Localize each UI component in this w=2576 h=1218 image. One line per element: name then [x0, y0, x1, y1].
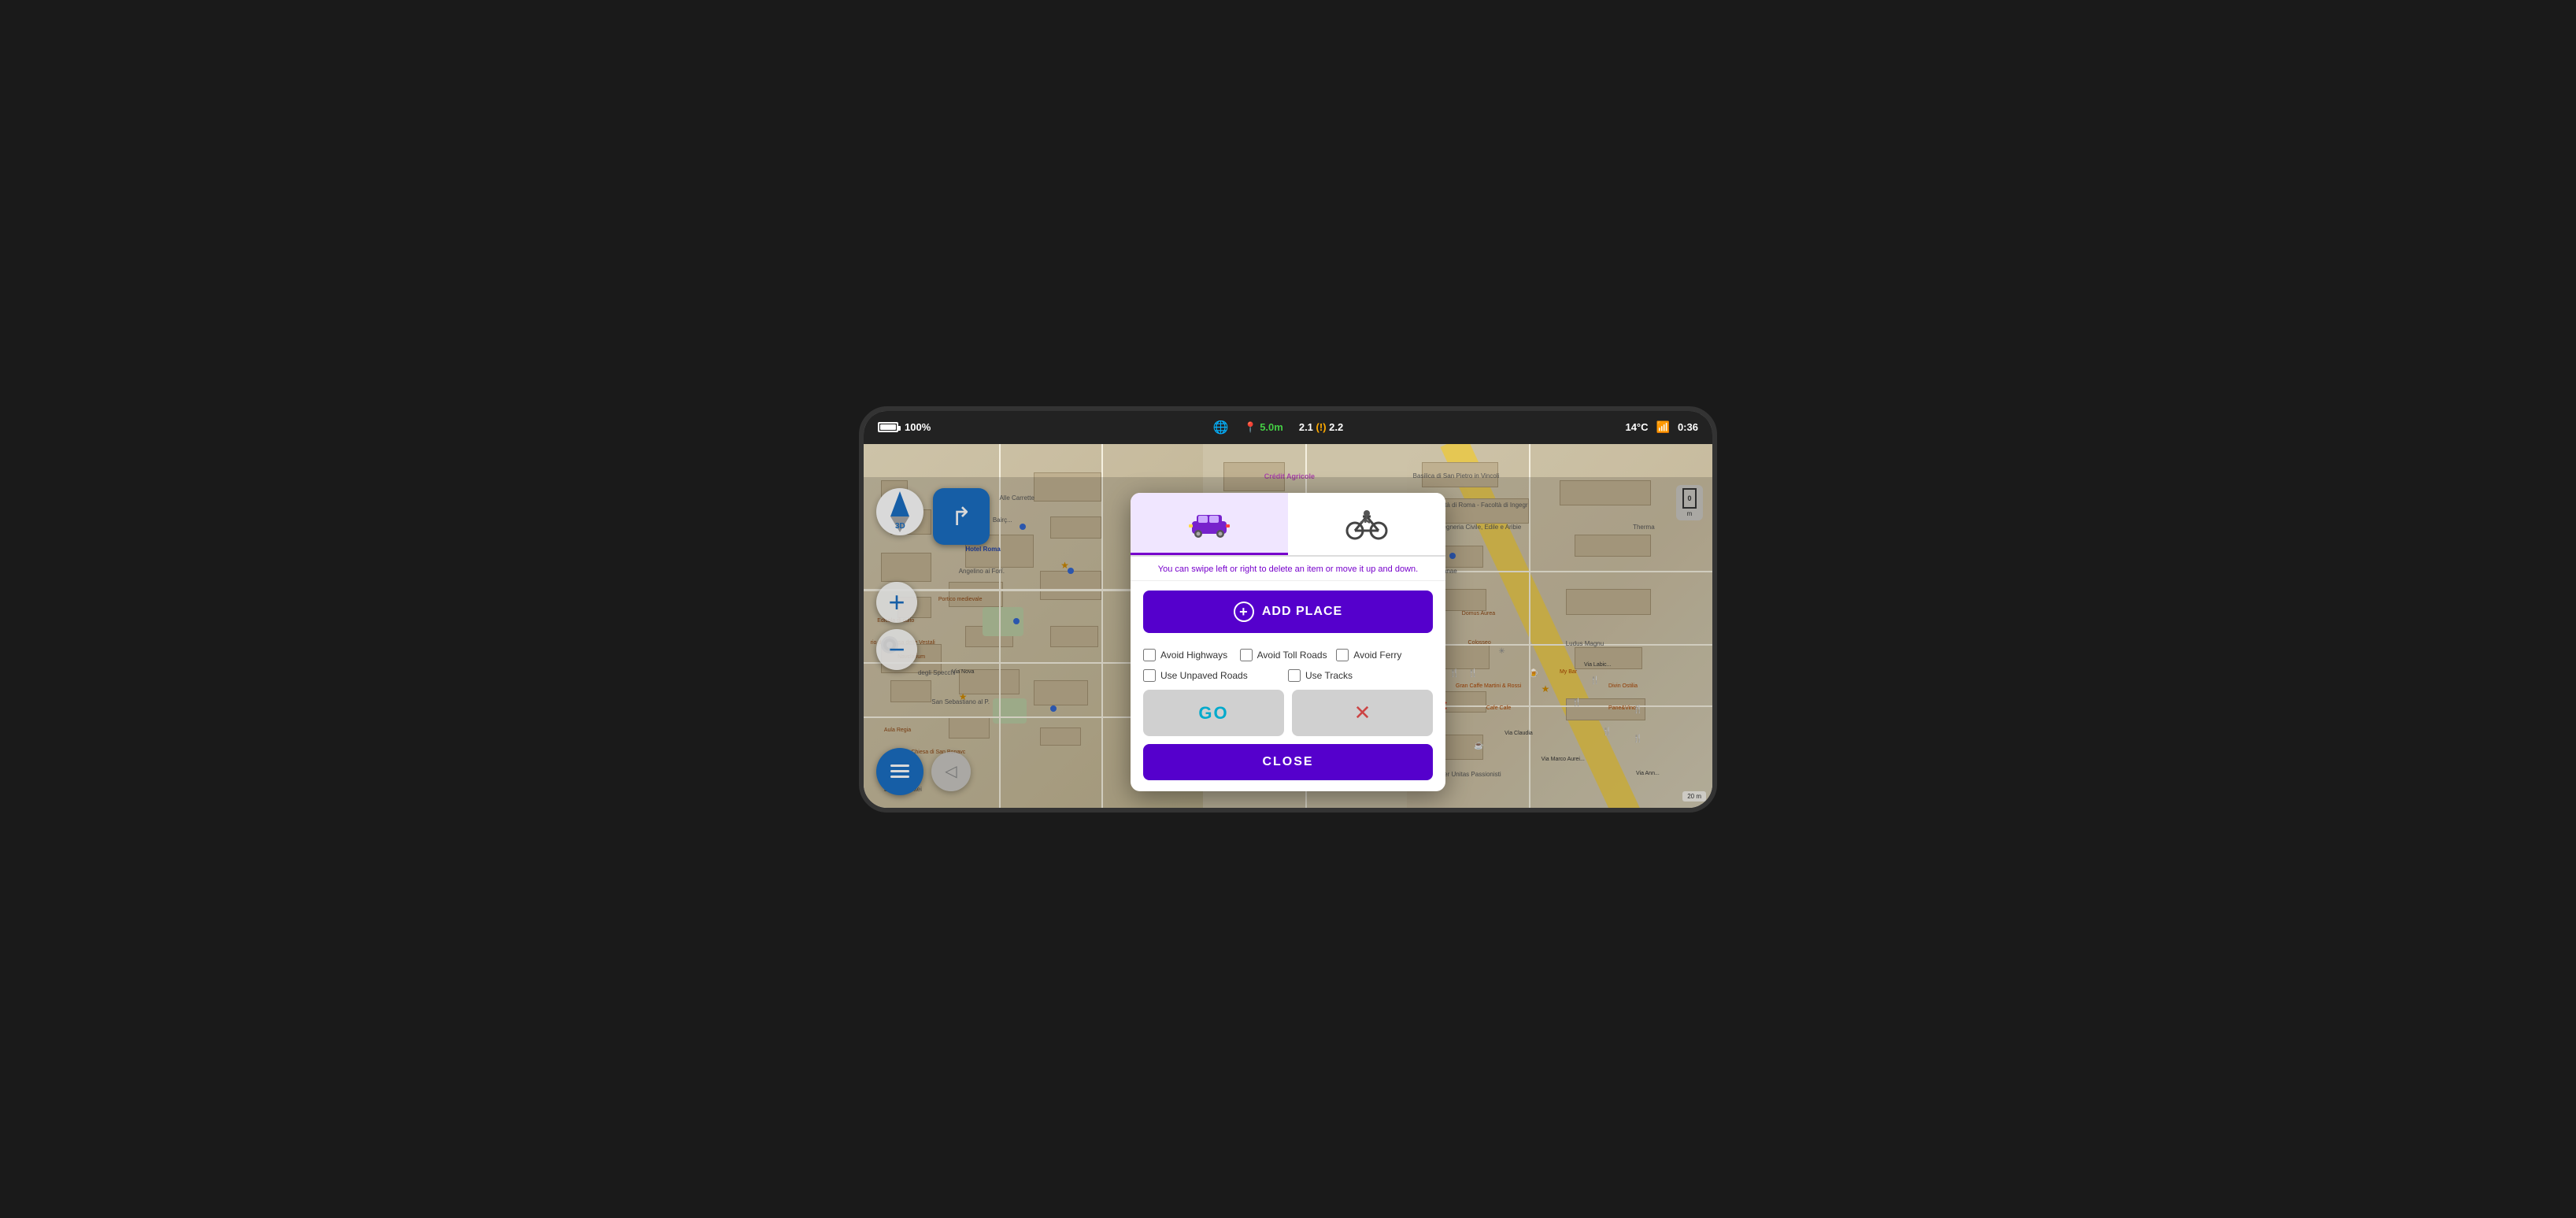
map-container[interactable]: Alle Carrette Bairç... Hotel Roma Angeli…: [864, 444, 1712, 808]
go-label: GO: [1198, 703, 1228, 723]
gps-label: 📍 5.0m: [1244, 421, 1282, 434]
transport-tabs: [1131, 493, 1445, 557]
speed-display: 2.1 (!) 2.2: [1299, 421, 1343, 433]
car-icon: [1186, 507, 1233, 539]
option-avoid-highways-label: Avoid Highways: [1160, 650, 1227, 661]
checkbox-avoid-toll-roads[interactable]: [1240, 649, 1253, 661]
checkbox-use-unpaved-roads[interactable]: [1143, 669, 1156, 682]
option-avoid-toll-roads-label: Avoid Toll Roads: [1257, 650, 1327, 661]
status-bar: 100% 🌐 📍 5.0m 2.1 (!) 2.2 14°C 📶 0:36: [864, 411, 1712, 444]
transport-tab-bike[interactable]: [1288, 493, 1445, 555]
add-place-label: ADD PLACE: [1262, 605, 1342, 619]
clock: 0:36: [1678, 421, 1698, 433]
checkbox-avoid-highways[interactable]: [1143, 649, 1156, 661]
checkbox-avoid-ferry[interactable]: [1336, 649, 1349, 661]
option-avoid-ferry-label: Avoid Ferry: [1353, 650, 1401, 661]
options-grid: Avoid Highways Avoid Toll Roads Avoid Fe…: [1131, 642, 1445, 666]
bluetooth-icon: 📶: [1656, 420, 1670, 434]
add-place-button[interactable]: + ADD PLACE: [1143, 590, 1433, 633]
hint-text: You can swipe left or right to delete an…: [1131, 557, 1445, 581]
option-use-tracks-label: Use Tracks: [1305, 670, 1353, 681]
close-button[interactable]: CLOSE: [1143, 744, 1433, 780]
checkbox-use-tracks[interactable]: [1288, 669, 1301, 682]
status-left: 100%: [878, 421, 931, 433]
cancel-button[interactable]: ✕: [1292, 690, 1433, 736]
temperature: 14°C: [1625, 421, 1648, 433]
option-avoid-ferry[interactable]: Avoid Ferry: [1336, 649, 1433, 661]
option-avoid-highways[interactable]: Avoid Highways: [1143, 649, 1240, 661]
route-options-modal: You can swipe left or right to delete an…: [1131, 493, 1445, 791]
add-place-plus-icon: +: [1234, 602, 1254, 622]
cancel-icon: ✕: [1354, 701, 1371, 725]
options-row2: Use Unpaved Roads Use Tracks: [1131, 666, 1445, 690]
bike-icon: [1343, 509, 1390, 540]
modal-overlay: You can swipe left or right to delete an…: [864, 477, 1712, 808]
action-buttons: GO ✕: [1143, 690, 1433, 736]
option-use-tracks[interactable]: Use Tracks: [1288, 669, 1433, 682]
option-use-unpaved-roads-label: Use Unpaved Roads: [1160, 670, 1248, 681]
option-use-unpaved-roads[interactable]: Use Unpaved Roads: [1143, 669, 1288, 682]
global-icon: 🌐: [1212, 420, 1228, 435]
close-label: CLOSE: [1262, 755, 1313, 768]
status-right: 14°C 📶 0:36: [1625, 420, 1698, 434]
transport-tab-car[interactable]: [1131, 493, 1288, 555]
battery-percent: 100%: [905, 421, 931, 433]
go-button[interactable]: GO: [1143, 690, 1284, 736]
phone-frame: 100% 🌐 📍 5.0m 2.1 (!) 2.2 14°C 📶 0:36: [859, 406, 1717, 813]
battery-icon: [878, 422, 898, 432]
option-avoid-toll-roads[interactable]: Avoid Toll Roads: [1240, 649, 1337, 661]
status-center: 🌐 📍 5.0m 2.1 (!) 2.2: [1212, 420, 1343, 435]
